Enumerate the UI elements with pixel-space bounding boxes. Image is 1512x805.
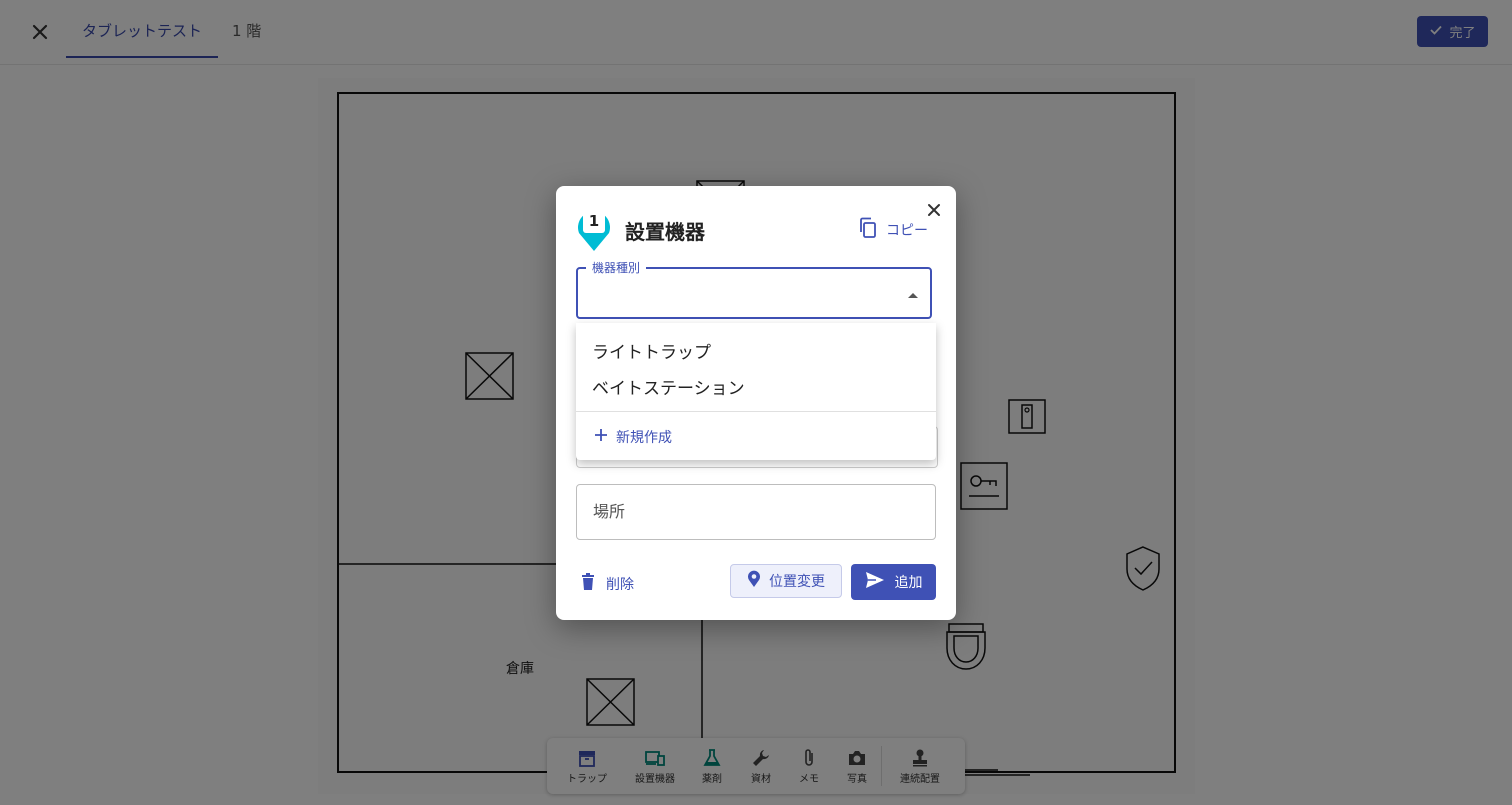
trash-icon [580, 573, 596, 595]
copy-button[interactable]: コピー [858, 217, 928, 243]
caret-up-icon [906, 287, 920, 301]
device-type-menu: ライトトラップ ベイトステーション 新規作成 [576, 323, 936, 460]
send-icon [865, 571, 885, 593]
menu-create-new[interactable]: 新規作成 [594, 427, 672, 447]
add-label: 追加 [894, 575, 923, 591]
move-position-button[interactable]: 位置変更 [730, 564, 842, 598]
menu-option-bait-station[interactable]: ベイトステーション [592, 374, 745, 399]
delete-label: 削除 [606, 577, 634, 593]
delete-button[interactable]: 削除 [580, 570, 634, 598]
copy-label: コピー [886, 223, 928, 239]
location-input[interactable] [591, 501, 915, 522]
menu-divider [576, 411, 936, 412]
location-field[interactable] [576, 484, 936, 540]
location-pin-icon [747, 570, 761, 592]
copy-icon [858, 217, 878, 243]
dialog-close-icon[interactable] [924, 200, 944, 220]
create-new-label: 新規作成 [616, 430, 672, 446]
add-button[interactable]: 追加 [851, 564, 936, 600]
menu-option-light-trap[interactable]: ライトトラップ [592, 338, 711, 363]
pin-number: 1 [588, 212, 600, 230]
plus-icon [594, 428, 608, 446]
device-type-select[interactable]: 機器種別 [576, 259, 932, 319]
device-type-label: 機器種別 [586, 259, 647, 276]
move-label: 位置変更 [769, 574, 825, 590]
dialog-title: 設置機器 [625, 220, 705, 244]
